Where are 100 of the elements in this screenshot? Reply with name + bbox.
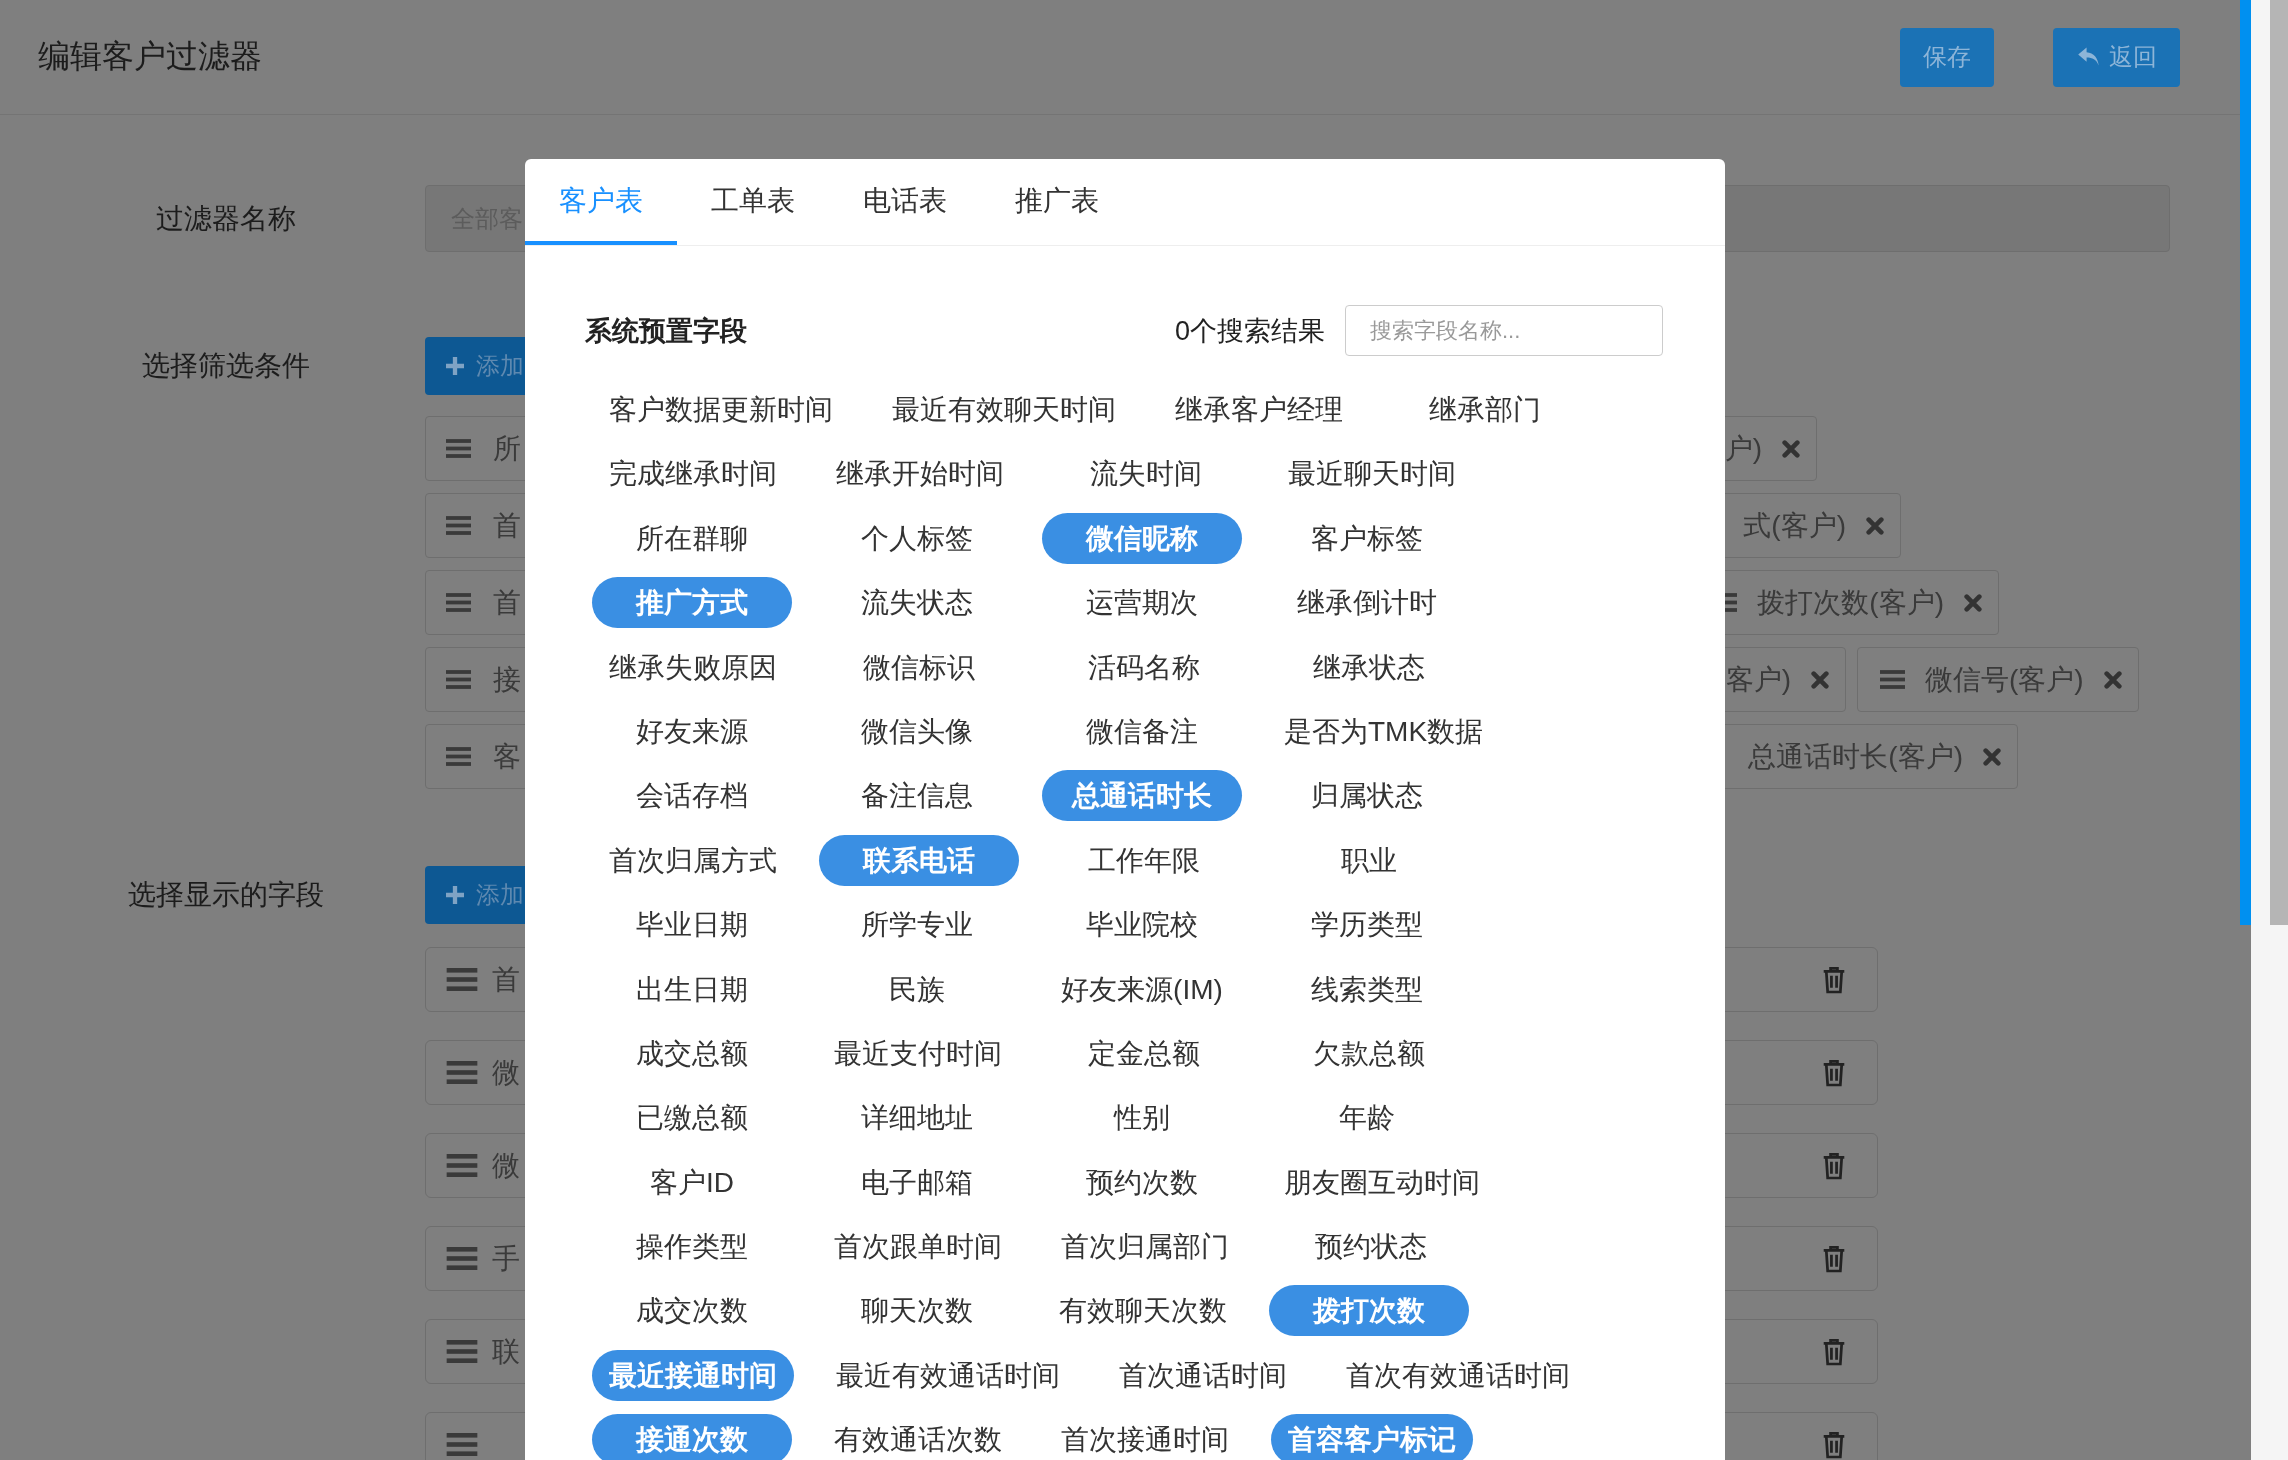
- close-icon[interactable]: [1964, 593, 1982, 612]
- field-option[interactable]: 微信备注: [1042, 705, 1242, 757]
- field-option[interactable]: 会话存档: [592, 770, 792, 822]
- field-option[interactable]: 运营期次: [1042, 577, 1242, 629]
- field-option[interactable]: 欠款总额: [1269, 1027, 1469, 1079]
- tab[interactable]: 推广表: [981, 159, 1133, 245]
- trash-icon[interactable]: [1822, 1151, 1846, 1180]
- field-option[interactable]: 好友来源(IM): [1042, 963, 1242, 1015]
- tab[interactable]: 电话表: [829, 159, 981, 245]
- trash-icon[interactable]: [1822, 1244, 1846, 1273]
- field-option[interactable]: 个人标签: [817, 512, 1017, 564]
- close-icon[interactable]: [1811, 670, 1829, 689]
- drag-handle-icon[interactable]: [446, 1433, 478, 1456]
- field-option[interactable]: 首次接通时间: [1044, 1414, 1246, 1460]
- drag-handle-icon[interactable]: [446, 1340, 478, 1363]
- field-option[interactable]: 首次有效通话时间: [1329, 1349, 1587, 1401]
- field-option[interactable]: 归属状态: [1267, 770, 1467, 822]
- plus-icon: [446, 886, 464, 904]
- field-option[interactable]: 继承失败原因: [592, 641, 794, 693]
- scrollbar-thumb[interactable]: [2270, 0, 2288, 925]
- field-option[interactable]: 学历类型: [1267, 899, 1467, 951]
- drag-handle-icon[interactable]: [1880, 670, 1905, 689]
- field-name: 联: [492, 1334, 520, 1369]
- field-option[interactable]: 预约状态: [1271, 1221, 1471, 1273]
- field-option[interactable]: 继承状态: [1269, 641, 1469, 693]
- drag-handle-icon[interactable]: [446, 1154, 478, 1177]
- field-option[interactable]: 继承倒计时: [1267, 577, 1467, 629]
- close-icon[interactable]: [2103, 670, 2122, 689]
- field-option[interactable]: 微信头像: [817, 705, 1017, 757]
- field-option[interactable]: 流失状态: [817, 577, 1017, 629]
- trash-icon[interactable]: [1822, 1430, 1846, 1459]
- field-option[interactable]: 工作年限: [1044, 834, 1244, 886]
- field-option[interactable]: 职业: [1269, 834, 1469, 886]
- chip-label: 客: [493, 739, 521, 774]
- field-option[interactable]: 年龄: [1267, 1092, 1467, 1144]
- field-option[interactable]: 所学专业: [817, 899, 1017, 951]
- field-option[interactable]: 毕业院校: [1042, 899, 1242, 951]
- field-option[interactable]: 详细地址: [817, 1092, 1017, 1144]
- field-label: 过滤器名称: [155, 202, 297, 236]
- field-option[interactable]: 继承开始时间: [819, 448, 1021, 500]
- field-option[interactable]: 继承部门: [1385, 384, 1585, 435]
- field-option[interactable]: 客户数据更新时间: [592, 384, 850, 435]
- chip-label: 所: [493, 431, 521, 466]
- field-option[interactable]: 首次归属部门: [1044, 1221, 1246, 1273]
- tab[interactable]: 工单表: [677, 159, 829, 245]
- field-option[interactable]: 备注信息: [817, 770, 1017, 822]
- close-icon[interactable]: [1983, 747, 2001, 766]
- field-option[interactable]: 继承客户经理: [1158, 384, 1360, 435]
- drag-handle-icon[interactable]: [446, 593, 471, 612]
- chip-label: 户): [1724, 431, 1762, 466]
- field-option[interactable]: 预约次数: [1042, 1156, 1242, 1208]
- field-option[interactable]: 完成继承时间: [592, 448, 794, 500]
- field-option[interactable]: 民族: [817, 963, 1017, 1015]
- field-option[interactable]: 线索类型: [1267, 963, 1467, 1015]
- close-icon[interactable]: [1866, 516, 1884, 535]
- result-count: 0个搜索结果: [1174, 314, 1325, 348]
- drag-handle-icon[interactable]: [446, 747, 471, 766]
- field-option[interactable]: 有效通话次数: [817, 1414, 1019, 1460]
- field-option[interactable]: 出生日期: [592, 963, 792, 1015]
- field-option[interactable]: 最近聊天时间: [1271, 448, 1473, 500]
- field-name: 微: [492, 1055, 520, 1090]
- field-option[interactable]: 客户ID: [592, 1156, 792, 1208]
- field-option[interactable]: 最近有效通话时间: [819, 1349, 1077, 1401]
- field-option[interactable]: 好友来源: [592, 705, 792, 757]
- drag-handle-icon[interactable]: [446, 516, 471, 535]
- trash-icon[interactable]: [1822, 965, 1846, 994]
- field-option[interactable]: 操作类型: [592, 1221, 792, 1273]
- field-option[interactable]: 客户标签: [1267, 512, 1467, 564]
- drag-handle-icon[interactable]: [446, 439, 471, 458]
- field-option[interactable]: 是否为TMK数据: [1267, 705, 1501, 757]
- field-option[interactable]: 电子邮箱: [817, 1156, 1017, 1208]
- chip-label: 接: [493, 662, 521, 697]
- field-option[interactable]: 有效聊天次数: [1042, 1285, 1244, 1337]
- drag-handle-icon[interactable]: [446, 1061, 478, 1084]
- field-option[interactable]: 毕业日期: [592, 899, 792, 951]
- close-icon[interactable]: [1782, 439, 1800, 458]
- field-label: 选择显示的字段: [127, 878, 325, 912]
- field-option[interactable]: 流失时间: [1046, 448, 1246, 500]
- field-option[interactable]: 所在群聊: [592, 512, 792, 564]
- field-option[interactable]: 成交总额: [592, 1027, 792, 1079]
- trash-icon[interactable]: [1822, 1337, 1846, 1366]
- field-option[interactable]: 微信标识: [819, 641, 1019, 693]
- field-option[interactable]: 最近有效聊天时间: [875, 384, 1133, 435]
- field-option[interactable]: 最近支付时间: [817, 1027, 1019, 1079]
- field-option[interactable]: 首次归属方式: [592, 834, 794, 886]
- drag-handle-icon[interactable]: [446, 670, 471, 689]
- chip-label: 拨打次数(客户): [1757, 585, 1944, 620]
- field-option[interactable]: 朋友圈互动时间: [1267, 1156, 1497, 1208]
- field-option[interactable]: 定金总额: [1044, 1027, 1244, 1079]
- field-option[interactable]: 聊天次数: [817, 1285, 1017, 1337]
- field-option[interactable]: 性别: [1042, 1092, 1242, 1144]
- trash-icon[interactable]: [1822, 1058, 1846, 1087]
- field-option[interactable]: 已缴总额: [592, 1092, 792, 1144]
- search-field[interactable]: 搜索字段名称...: [1345, 305, 1663, 356]
- field-option[interactable]: 成交次数: [592, 1285, 792, 1337]
- drag-handle-icon[interactable]: [446, 968, 478, 991]
- field-option[interactable]: 首次跟单时间: [817, 1221, 1019, 1273]
- field-option[interactable]: 首次通话时间: [1102, 1349, 1304, 1401]
- field-option[interactable]: 活码名称: [1044, 641, 1244, 693]
- drag-handle-icon[interactable]: [446, 1247, 478, 1270]
